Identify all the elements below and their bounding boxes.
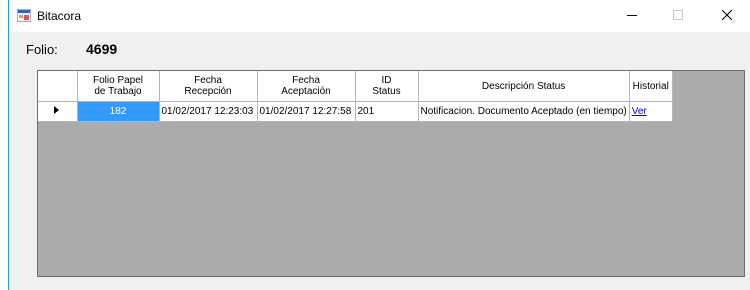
status-table: Folio Papel de Trabajo Fecha Recepción F… [38, 71, 673, 122]
row-selector[interactable] [38, 101, 78, 122]
maximize-icon [673, 7, 683, 25]
column-header-label: Fecha Recepción [184, 75, 232, 97]
column-header-label: Folio Papel de Trabajo [92, 75, 144, 97]
cell-descripcion-status[interactable]: Notificacion. Documento Aceptado (en tie… [418, 101, 630, 122]
cell-folio[interactable]: 182 [77, 101, 160, 122]
window-title: Bitacora [37, 9, 82, 23]
bitacora-window: Bitacora Folio: 4699 Folio Papel de Trab… [8, 0, 750, 290]
maximize-button[interactable] [655, 0, 701, 32]
table-row[interactable]: 182 01/02/2017 12:23:03 01/02/2017 12:27… [38, 101, 673, 122]
ver-link[interactable]: Ver [632, 106, 647, 117]
column-header-label: Descripción Status [481, 80, 566, 92]
cell-historial[interactable]: Ver [629, 101, 673, 122]
column-header-label: Fecha Aceptación [281, 75, 331, 97]
cell-fecha-recepcion[interactable]: 01/02/2017 12:23:03 [159, 101, 258, 122]
close-icon [721, 7, 733, 25]
cell-fecha-aceptacion[interactable]: 01/02/2017 12:27:58 [257, 101, 356, 122]
column-header-descripcion[interactable]: Descripción Status [418, 71, 630, 102]
app-form-icon [16, 8, 32, 23]
folio-value: 4699 [86, 41, 118, 57]
column-header-aceptacion[interactable]: Fecha Aceptación [257, 71, 356, 102]
minimize-icon [627, 7, 637, 25]
column-header-label: ID Status [372, 75, 401, 97]
row-header-corner [38, 71, 78, 102]
column-header-historial[interactable]: Historial [629, 71, 673, 102]
folio-label: Folio: [26, 42, 58, 57]
title-bar[interactable]: Bitacora [9, 0, 750, 32]
header-row: Folio Papel de Trabajo Fecha Recepción F… [38, 71, 673, 102]
close-button[interactable] [704, 0, 750, 32]
column-header-folio[interactable]: Folio Papel de Trabajo [77, 71, 160, 102]
current-row-arrow-icon [54, 106, 60, 117]
column-header-id-status[interactable]: ID Status [355, 71, 419, 102]
column-header-recepcion[interactable]: Fecha Recepción [159, 71, 258, 102]
column-header-label: Historial [632, 80, 669, 92]
minimize-button[interactable] [609, 0, 655, 32]
cell-id-status[interactable]: 201 [355, 101, 419, 122]
status-grid[interactable]: Folio Papel de Trabajo Fecha Recepción F… [37, 70, 745, 277]
